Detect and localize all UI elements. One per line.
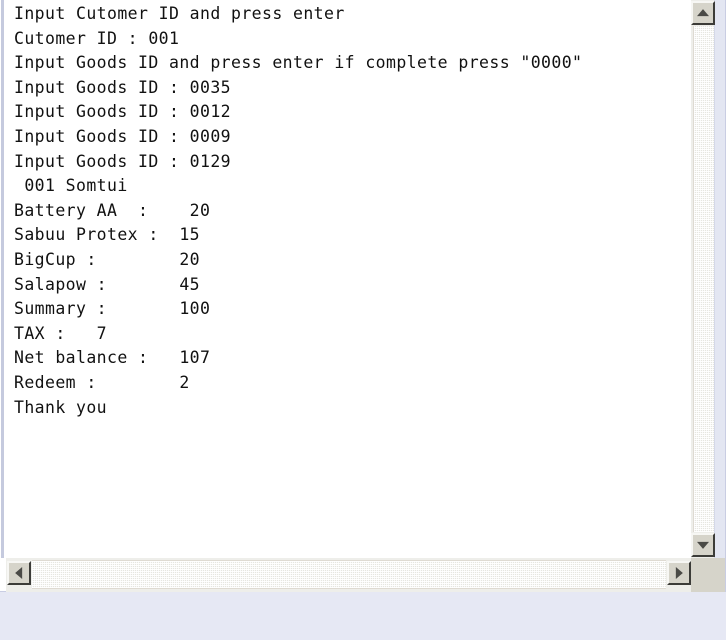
console-output-text: Input Cutomer ID and press enter Cutomer… bbox=[6, 0, 692, 420]
console-line: Input Goods ID : 0129 bbox=[14, 151, 232, 171]
console-line: Input Goods ID : 0012 bbox=[14, 102, 232, 122]
console-window: Input Cutomer ID and press enter Cutomer… bbox=[0, 0, 726, 640]
scrollbar-corner bbox=[691, 558, 725, 592]
arrow-up-icon bbox=[697, 9, 709, 17]
console-line: TAX : 7 bbox=[14, 323, 108, 343]
console-line: BigCup : 20 bbox=[14, 249, 201, 269]
console-panel: Input Cutomer ID and press enter Cutomer… bbox=[0, 0, 726, 592]
console-line: Battery AA : 20 bbox=[14, 200, 211, 220]
console-line: Thank you bbox=[14, 397, 108, 417]
console-line: 001 Somtui bbox=[14, 176, 128, 196]
arrow-down-icon bbox=[697, 541, 709, 549]
console-line: Input Goods ID : 0009 bbox=[14, 126, 232, 146]
scroll-right-button[interactable] bbox=[667, 561, 691, 585]
console-line: Input Goods ID and press enter if comple… bbox=[14, 53, 583, 73]
bottom-strip bbox=[0, 592, 726, 640]
console-line: Net balance : 107 bbox=[14, 348, 211, 368]
scroll-down-button[interactable] bbox=[691, 533, 715, 557]
horizontal-scrollbar-track[interactable] bbox=[32, 560, 666, 589]
horizontal-scrollbar[interactable] bbox=[6, 558, 692, 592]
vertical-scrollbar-track[interactable] bbox=[693, 26, 715, 532]
console-line: Cutomer ID : 001 bbox=[14, 28, 180, 48]
console-line: Redeem : 2 bbox=[14, 372, 190, 392]
scroll-left-button[interactable] bbox=[7, 561, 31, 585]
arrow-left-icon bbox=[15, 567, 23, 579]
console-line: Summary : 100 bbox=[14, 299, 211, 319]
console-line: Input Goods ID : 0035 bbox=[14, 77, 232, 97]
console-line: Salapow : 45 bbox=[14, 274, 201, 294]
arrow-right-icon bbox=[675, 567, 683, 579]
vertical-scrollbar[interactable] bbox=[691, 0, 725, 558]
vertical-scrollbar-gutter bbox=[714, 0, 725, 558]
console-line: Input Cutomer ID and press enter bbox=[14, 4, 345, 23]
scroll-up-button[interactable] bbox=[691, 1, 715, 25]
console-text-viewport[interactable]: Input Cutomer ID and press enter Cutomer… bbox=[6, 0, 692, 558]
console-line: Sabuu Protex : 15 bbox=[14, 225, 201, 245]
